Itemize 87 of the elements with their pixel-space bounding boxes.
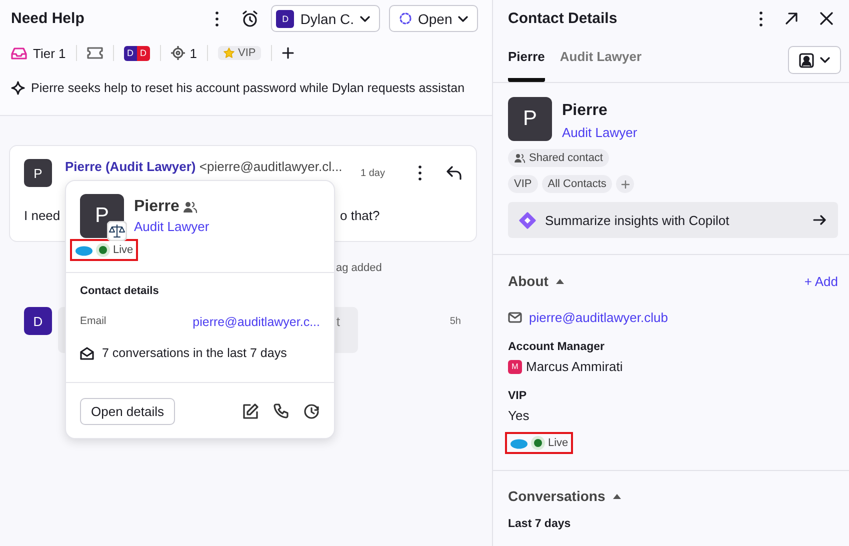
sender-email: <pierre@auditlawyer.cl... bbox=[199, 159, 342, 174]
status-dot-icon bbox=[531, 436, 545, 450]
star-icon bbox=[222, 47, 235, 59]
assignee-avatar: D bbox=[276, 10, 294, 28]
panel-title: Contact Details bbox=[508, 10, 618, 27]
dashed-circle-icon bbox=[399, 12, 412, 25]
subsection-heading: Last 7 days bbox=[508, 518, 572, 530]
message-text: o that? bbox=[340, 208, 380, 223]
target-icon bbox=[170, 46, 185, 60]
shared-contact-chip: Shared contact bbox=[508, 149, 609, 167]
more-icon[interactable] bbox=[418, 165, 422, 181]
add-tag-button[interactable] bbox=[616, 175, 634, 193]
participant-avatar: D bbox=[136, 46, 150, 60]
more-icon[interactable] bbox=[215, 10, 220, 26]
scales-icon bbox=[107, 221, 127, 241]
conversation-title: Need Help bbox=[11, 10, 86, 27]
event-note: ag added bbox=[335, 262, 383, 276]
open-envelope-icon bbox=[80, 346, 94, 360]
message-text: I need bbox=[24, 208, 60, 223]
people-icon bbox=[183, 201, 198, 213]
status-dot-icon bbox=[96, 243, 110, 257]
inbox-icon bbox=[11, 46, 27, 60]
status-dropdown[interactable]: Open bbox=[389, 5, 478, 32]
copilot-icon bbox=[519, 212, 536, 228]
copilot-button[interactable]: Summarize insights with Copilot bbox=[508, 202, 838, 238]
message-time: 5h bbox=[450, 316, 461, 327]
open-details-button[interactable]: Open details bbox=[80, 398, 175, 425]
email-link[interactable]: pierre@auditlawyer.club bbox=[529, 310, 668, 325]
add-link[interactable]: + Add bbox=[804, 274, 838, 288]
message-time: 1 day bbox=[360, 168, 385, 179]
caret-icon[interactable] bbox=[556, 278, 564, 284]
field-label: VIP bbox=[508, 390, 528, 402]
email-link[interactable]: pierre@auditlawyer.c... bbox=[192, 315, 320, 329]
reply-icon[interactable] bbox=[446, 166, 462, 180]
ticket-icon[interactable] bbox=[86, 47, 103, 59]
caret-icon bbox=[820, 57, 830, 63]
field-label: Account Manager bbox=[508, 341, 606, 353]
contact-name: Pierre bbox=[562, 102, 608, 120]
conversation-count: 7 conversations in the last 7 days bbox=[102, 346, 287, 360]
sparkle-icon bbox=[11, 81, 25, 95]
agent-avatar: D bbox=[24, 307, 52, 335]
section-heading: About bbox=[508, 273, 548, 289]
inbox-label: Tier 1 bbox=[33, 46, 66, 60]
history-icon[interactable] bbox=[303, 403, 320, 420]
caret-icon bbox=[360, 16, 370, 22]
target-count: 1 bbox=[190, 46, 197, 60]
sender-avatar: P bbox=[24, 159, 52, 187]
contact-avatar: P bbox=[80, 194, 124, 238]
arrow-right-icon bbox=[813, 215, 826, 225]
live-status: Live bbox=[548, 437, 568, 449]
vip-tag: VIP bbox=[218, 46, 261, 60]
envelope-icon bbox=[508, 312, 522, 323]
assignee-dropdown[interactable]: D Dylan C. bbox=[271, 5, 380, 32]
cloud-icon bbox=[510, 438, 528, 448]
contact-tab[interactable]: Pierre bbox=[508, 49, 545, 82]
plus-icon bbox=[620, 180, 630, 188]
plus-icon[interactable] bbox=[282, 47, 294, 59]
caret-icon[interactable] bbox=[613, 494, 622, 498]
alarm-clock-icon[interactable] bbox=[241, 10, 260, 28]
contact-name: Pierre bbox=[134, 198, 180, 216]
field-label: Email bbox=[80, 315, 106, 329]
contact-card-icon bbox=[799, 52, 814, 68]
user-avatar: M bbox=[508, 360, 522, 374]
company-link[interactable]: Audit Lawyer bbox=[134, 219, 210, 234]
section-heading: Contact details bbox=[80, 285, 160, 297]
caret-icon bbox=[458, 16, 468, 22]
section-heading: Conversations bbox=[508, 488, 606, 504]
people-icon bbox=[514, 153, 525, 163]
contact-tag[interactable]: VIP bbox=[508, 175, 538, 193]
message-text: t bbox=[336, 314, 340, 329]
view-dropdown[interactable] bbox=[788, 46, 841, 74]
contact-tab[interactable]: Audit Lawyer bbox=[560, 49, 642, 82]
edit-icon[interactable] bbox=[242, 403, 259, 420]
ai-summary: Pierre seeks help to reset his account password while Dylan requests assistan bbox=[31, 81, 465, 95]
close-icon[interactable] bbox=[820, 12, 833, 25]
contact-tag[interactable]: All Contacts bbox=[542, 175, 612, 193]
phone-icon[interactable] bbox=[273, 403, 289, 419]
participant-avatar: D bbox=[124, 46, 137, 60]
cloud-icon bbox=[75, 244, 93, 256]
company-link[interactable]: Audit Lawyer bbox=[562, 125, 638, 140]
field-value: Yes bbox=[508, 408, 530, 423]
live-status: Live bbox=[113, 244, 134, 256]
expand-arrow-icon[interactable] bbox=[785, 12, 798, 25]
contact-avatar: P bbox=[508, 97, 552, 141]
more-icon[interactable] bbox=[759, 10, 763, 26]
sender-name[interactable]: Pierre (Audit Lawyer) bbox=[65, 159, 196, 174]
field-value: Marcus Ammirati bbox=[526, 359, 623, 374]
